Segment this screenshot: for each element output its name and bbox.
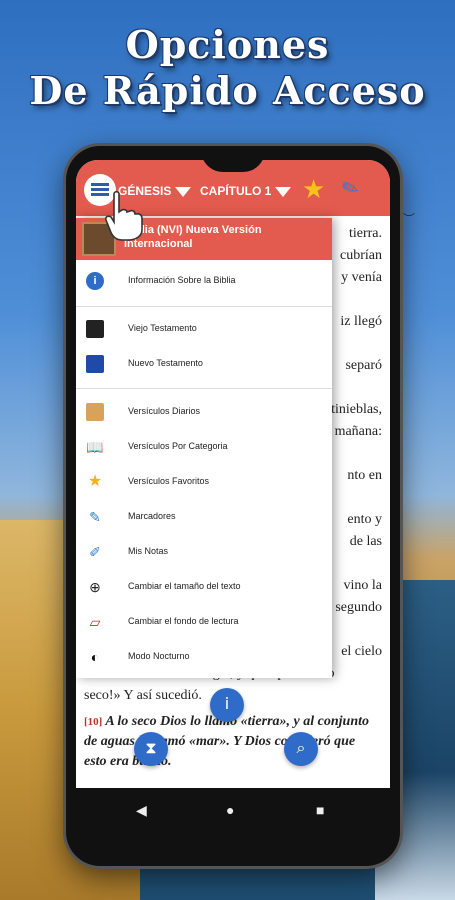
- menu-item-new-testament[interactable]: Nuevo Testamento: [76, 349, 332, 379]
- menu-item-favorite-verses[interactable]: ★ Versículos Favoritos: [76, 467, 332, 497]
- headline-line-1: Opciones: [125, 22, 330, 67]
- menu-item-label: Nuevo Testamento: [128, 358, 203, 368]
- verse-fragment: vino la: [343, 578, 383, 593]
- menu-item-daily-verses[interactable]: Versículos Diarios: [76, 397, 332, 427]
- menu-item-label: Viejo Testamento: [128, 323, 197, 333]
- verse-fragment: separó: [345, 358, 382, 373]
- menu-item-my-notes[interactable]: ✐ Mis Notas: [76, 537, 332, 567]
- menu-item-label: Información Sobre la Biblia: [128, 275, 236, 285]
- search-fab-icon[interactable]: ⌕: [284, 732, 318, 766]
- verse-fragment: segundo: [335, 600, 382, 615]
- menu-item-label: Cambiar el fondo de lectura: [128, 616, 239, 626]
- chapter-label: CAPÍTULO 1: [200, 184, 272, 198]
- verse-line: seco!» Y así sucedió.: [84, 688, 202, 703]
- verse-fragment: el cielo: [341, 644, 382, 659]
- phone-notch: [201, 146, 265, 172]
- divider: [76, 388, 332, 389]
- menu-item-label: Marcadores: [128, 511, 176, 521]
- verse-fragment: de las: [349, 534, 382, 549]
- verse-fragment: iz llegó: [340, 314, 382, 329]
- android-nav-bar: ◀ ● ■: [76, 788, 390, 832]
- menu-item-label: Mis Notas: [128, 546, 169, 556]
- menu-item-text-size[interactable]: ⊕ Cambiar el tamaño del texto: [76, 572, 332, 602]
- zoom-icon: ⊕: [89, 579, 101, 595]
- menu-item-night-mode[interactable]: ◐ Modo Nocturno: [76, 642, 332, 672]
- open-book-icon: [86, 403, 104, 421]
- seagull-icon: ︶: [402, 212, 415, 226]
- recents-icon[interactable]: ■: [316, 802, 324, 818]
- notes-icon: ✐: [89, 544, 101, 560]
- reading-bg-icon: ▱: [89, 614, 101, 630]
- verse-fragment: nto en: [347, 468, 382, 483]
- phone-frame: GÉNESIS CAPÍTULO 1 ★ ✎ tierra. cubrían y…: [66, 146, 400, 866]
- verse-number: [10]: [84, 716, 103, 728]
- divider: [76, 306, 332, 307]
- back-icon[interactable]: ◀: [136, 802, 147, 819]
- book-blue-icon: [86, 355, 104, 373]
- info-fab-icon[interactable]: ⅰ: [210, 688, 244, 722]
- menu-item-info[interactable]: i Información Sobre la Biblia: [76, 266, 332, 296]
- navigation-drawer: Biblia (NVI) Nueva Versión Internacional…: [76, 218, 332, 678]
- menu-item-bookmarks[interactable]: ✎ Marcadores: [76, 502, 332, 532]
- verse-fragment: tinieblas,: [331, 402, 382, 417]
- marker-icon: ✎: [89, 509, 101, 525]
- menu-item-label: Versículos Favoritos: [128, 476, 210, 486]
- info-icon: i: [86, 272, 104, 290]
- highlighter-icon[interactable]: ✎: [338, 174, 362, 203]
- star-icon: ★: [87, 473, 103, 490]
- menu-item-reading-background[interactable]: ▱ Cambiar el fondo de lectura: [76, 607, 332, 637]
- verse-fragment: ento y: [347, 512, 382, 527]
- menu-item-label: Modo Nocturno: [128, 651, 190, 661]
- menu-item-label: Versículos Diarios: [128, 406, 201, 416]
- pointing-hand-icon: [105, 190, 143, 241]
- verse-fragment: mañana:: [334, 424, 382, 439]
- menu-item-label: Versículos Por Categoria: [128, 441, 228, 451]
- book-black-icon: [86, 320, 104, 338]
- dropdown-triangle-icon: [175, 186, 192, 197]
- verse-fragment: tierra.: [348, 226, 382, 241]
- app-screen: GÉNESIS CAPÍTULO 1 ★ ✎ tierra. cubrían y…: [76, 160, 390, 788]
- books-icon: 📖: [86, 439, 104, 455]
- drawer-title: Biblia (NVI) Nueva Versión Internacional: [124, 224, 262, 250]
- menu-item-label: Cambiar el tamaño del texto: [128, 581, 241, 591]
- menu-item-verses-by-category[interactable]: 📖 Versículos Por Categoria: [76, 432, 332, 462]
- verse-fragment: y venía: [341, 270, 382, 285]
- menu-item-old-testament[interactable]: Viejo Testamento: [76, 314, 332, 344]
- chapter-selector[interactable]: CAPÍTULO 1: [200, 184, 292, 198]
- favorites-star-icon[interactable]: ★: [302, 174, 325, 205]
- night-mode-icon: ◐: [90, 649, 100, 665]
- headline-line-2: De Rápido Acceso: [29, 68, 426, 113]
- dropdown-triangle-icon: [275, 186, 292, 197]
- home-icon[interactable]: ●: [226, 802, 234, 818]
- hourglass-fab-icon[interactable]: ⧗: [134, 732, 168, 766]
- verse-fragment: cubrían: [340, 248, 382, 263]
- promo-headline: Opciones De Rápido Acceso: [0, 22, 455, 114]
